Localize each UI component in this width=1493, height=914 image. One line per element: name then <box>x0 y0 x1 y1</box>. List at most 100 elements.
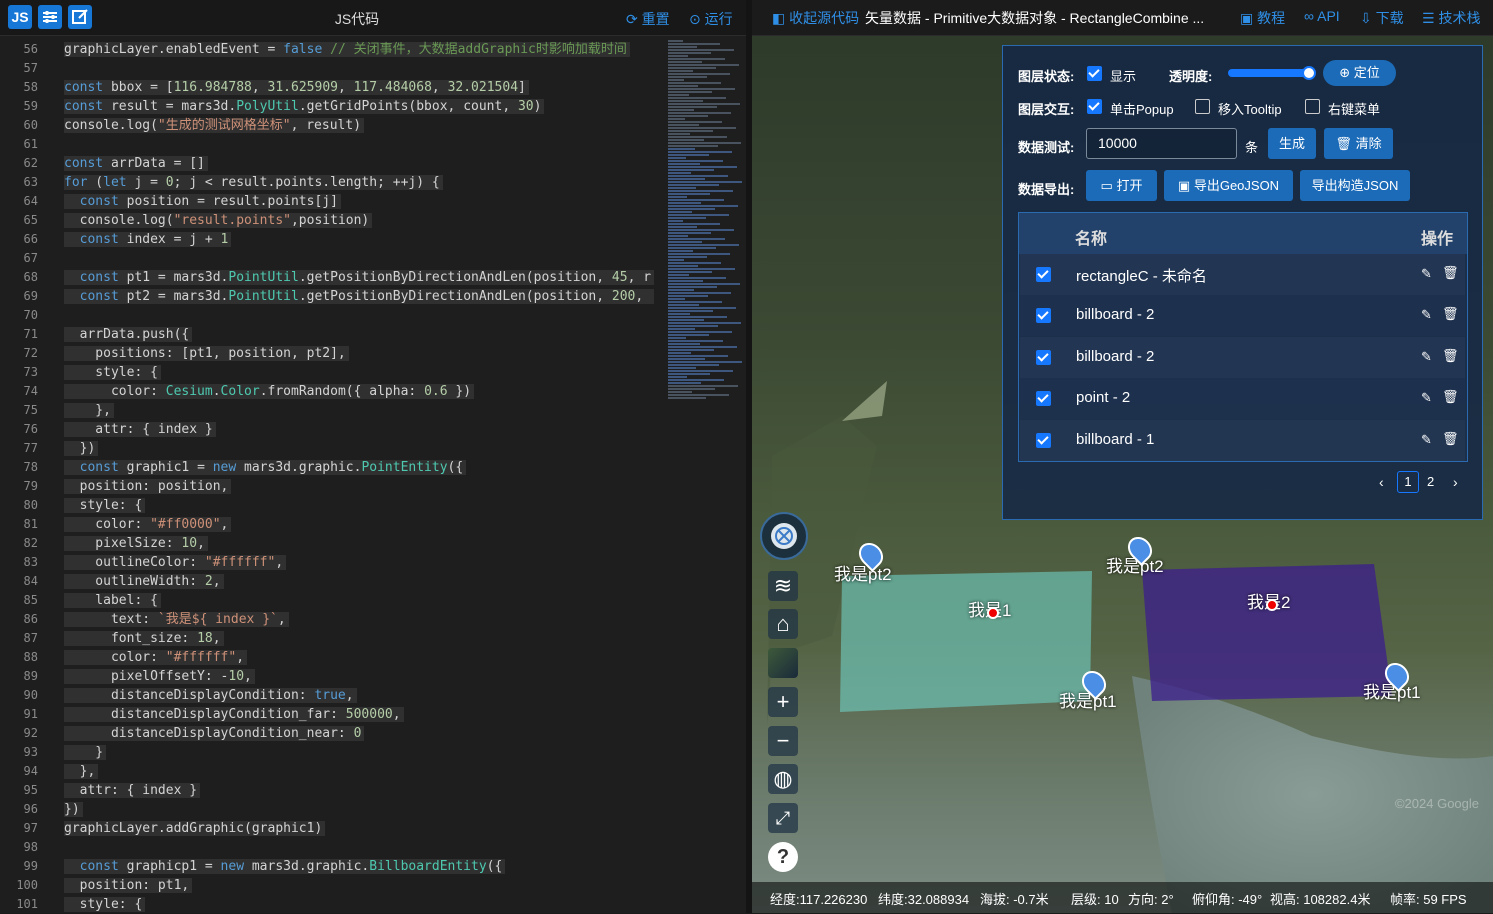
code-line[interactable]: text: `我是${ index }`, <box>64 610 289 629</box>
code-line[interactable]: color: "#ff0000", <box>64 515 232 534</box>
generate-button[interactable]: 生成 <box>1268 128 1316 159</box>
code-line[interactable]: arrData.push({ <box>64 325 193 344</box>
page-1-button[interactable]: 1 <box>1397 471 1419 493</box>
row-checkbox[interactable] <box>1036 308 1051 324</box>
delete-icon[interactable]: 🗑 <box>1442 348 1459 364</box>
code-line[interactable]: font_size: 18, <box>64 629 224 648</box>
code-line[interactable]: distanceDisplayCondition_far: 500000, <box>64 705 404 724</box>
map-label-pt2-left: 我是pt2 <box>834 565 892 584</box>
code-line[interactable]: position: position, <box>64 477 232 496</box>
table-row[interactable]: billboard - 1 ✎ 🗑 <box>1020 419 1465 461</box>
open-button[interactable]: ▭ 打开 <box>1086 170 1157 201</box>
code-line[interactable]: }) <box>64 439 99 458</box>
point-marker-1[interactable] <box>987 607 999 619</box>
code-line[interactable]: positions: [pt1, position, pt2], <box>64 344 349 363</box>
compass-icon[interactable] <box>760 512 808 560</box>
prev-page-icon[interactable]: ‹ <box>1379 474 1384 490</box>
run-button[interactable]: ⊙ 运行 <box>689 9 733 29</box>
code-area[interactable]: graphicLayer.enabledEvent = false // 关闭事… <box>64 36 658 913</box>
zoom-out-icon[interactable]: − <box>768 726 798 756</box>
popup-checkbox[interactable] <box>1087 99 1102 114</box>
code-line[interactable]: const result = mars3d.PolyUtil.getGridPo… <box>64 97 545 116</box>
layers-icon[interactable]: ≋ <box>768 571 798 601</box>
next-page-icon[interactable]: › <box>1453 474 1458 490</box>
count-input[interactable]: 10000 <box>1086 128 1237 159</box>
delete-icon[interactable]: 🗑 <box>1442 389 1459 405</box>
code-line[interactable]: }, <box>64 762 99 781</box>
code-line[interactable]: label: { <box>64 591 161 610</box>
collapse-code-button[interactable]: ◧ 收起源代码 <box>772 8 859 28</box>
table-row[interactable]: rectangleC - 未命名 ✎ 🗑 <box>1020 254 1465 295</box>
code-line[interactable]: color: "#ffffff", <box>64 648 248 667</box>
rectangle-1 <box>840 571 1092 712</box>
code-line[interactable]: const index = j + 1 <box>64 230 232 249</box>
clear-button[interactable]: 🗑 清除 <box>1324 128 1393 159</box>
edit-icon[interactable]: ✎ <box>1421 266 1432 282</box>
edit-icon[interactable]: ✎ <box>1421 307 1432 323</box>
code-line[interactable]: outlineColor: "#ffffff", <box>64 553 287 572</box>
code-line[interactable]: const arrData = [] <box>64 154 208 173</box>
edit-icon[interactable]: ✎ <box>1421 390 1432 406</box>
code-line[interactable]: } <box>64 743 107 762</box>
code-line[interactable]: attr: { index } <box>64 420 216 439</box>
code-line[interactable]: const graphicp1 = new mars3d.graphic.Bil… <box>64 857 506 876</box>
row-checkbox[interactable] <box>1036 391 1051 407</box>
code-line[interactable]: for (let j = 0; j < result.points.length… <box>64 173 443 192</box>
tooltip-checkbox[interactable] <box>1195 99 1210 114</box>
contextmenu-checkbox[interactable] <box>1305 99 1320 114</box>
code-line[interactable]: const graphic1 = new mars3d.graphic.Poin… <box>64 458 467 477</box>
edit-icon[interactable]: ✎ <box>1421 432 1432 448</box>
home-icon[interactable]: ⌂ <box>768 609 798 639</box>
edit-icon[interactable]: ✎ <box>1421 349 1432 365</box>
code-line[interactable]: const pt1 = mars3d.PointUtil.getPosition… <box>64 268 655 287</box>
code-line[interactable]: const position = result.points[j] <box>64 192 341 211</box>
code-line[interactable]: console.log("生成的测试网格坐标", result) <box>64 116 365 135</box>
code-line[interactable]: const bbox = [116.984788, 31.625909, 117… <box>64 78 529 97</box>
code-line[interactable]: attr: { index } <box>64 781 201 800</box>
reset-button[interactable]: ⟳ 重置 <box>626 9 670 29</box>
table-row[interactable]: billboard - 2 ✎ 🗑 <box>1020 295 1465 337</box>
point-marker-2[interactable] <box>1266 599 1278 611</box>
download-link[interactable]: ⇩ 下载 <box>1360 8 1404 28</box>
code-minimap[interactable] <box>664 36 746 913</box>
tutorial-link[interactable]: ▣ 教程 <box>1240 8 1285 28</box>
code-line[interactable]: distanceDisplayCondition: true, <box>64 686 357 705</box>
help-icon[interactable]: ? <box>768 842 798 872</box>
delete-icon[interactable]: 🗑 <box>1442 306 1459 322</box>
opacity-slider-handle[interactable] <box>1302 66 1316 80</box>
table-row[interactable]: billboard - 2 ✎ 🗑 <box>1020 336 1465 378</box>
code-line[interactable]: style: { <box>64 895 146 913</box>
support-link[interactable]: ☰ 技术栈 <box>1422 8 1480 28</box>
export-geojson-button[interactable]: ▣ 导出GeoJSON <box>1164 170 1293 201</box>
delete-icon[interactable]: 🗑 <box>1442 431 1459 447</box>
row-checkbox[interactable] <box>1036 432 1051 448</box>
code-line[interactable]: style: { <box>64 363 161 382</box>
code-line[interactable]: }) <box>64 800 83 819</box>
code-line[interactable]: position: pt1, <box>64 876 193 895</box>
delete-icon[interactable]: 🗑 <box>1442 265 1459 281</box>
fullscreen-icon[interactable]: ⤢ <box>768 803 798 833</box>
code-line[interactable]: console.log("result.points",position) <box>64 211 373 230</box>
zoom-in-icon[interactable]: + <box>768 687 798 717</box>
api-link[interactable]: ∞ API <box>1304 8 1340 24</box>
export-struct-button[interactable]: 导出构造JSON <box>1300 170 1410 201</box>
row-checkbox[interactable] <box>1036 349 1051 365</box>
page-2-button[interactable]: 2 <box>1427 474 1434 489</box>
show-checkbox[interactable] <box>1087 66 1102 81</box>
row-checkbox[interactable] <box>1036 267 1051 282</box>
basemap-icon[interactable] <box>768 648 798 678</box>
code-line[interactable]: }, <box>64 401 114 420</box>
code-line[interactable]: pixelOffsetY: -10, <box>64 667 255 686</box>
code-line[interactable]: outlineWidth: 2, <box>64 572 224 591</box>
opacity-slider[interactable] <box>1228 69 1308 77</box>
code-line[interactable]: style: { <box>64 496 146 515</box>
code-line[interactable]: const pt2 = mars3d.PointUtil.getPosition… <box>64 287 655 306</box>
code-line[interactable]: graphicLayer.addGraphic(graphic1) <box>64 819 326 838</box>
code-line[interactable]: pixelSize: 10, <box>64 534 208 553</box>
code-line[interactable]: color: Cesium.Color.fromRandom({ alpha: … <box>64 382 475 401</box>
globe-icon[interactable]: ◍ <box>768 764 798 794</box>
code-line[interactable]: distanceDisplayCondition_near: 0 <box>64 724 365 743</box>
code-line[interactable]: graphicLayer.enabledEvent = false // 关闭事… <box>64 40 630 59</box>
locate-button[interactable]: ⊕ 定位 <box>1323 60 1396 86</box>
table-row[interactable]: point - 2 ✎ 🗑 <box>1020 378 1465 420</box>
